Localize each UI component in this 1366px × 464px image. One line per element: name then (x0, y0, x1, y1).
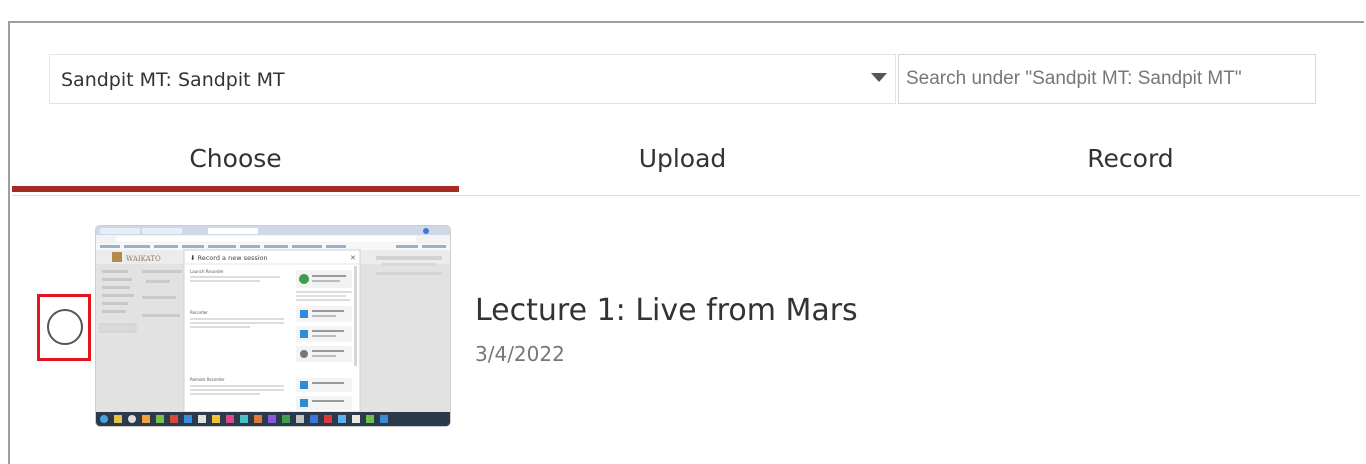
search-input[interactable] (899, 55, 1315, 103)
tab-choose[interactable]: Choose (12, 123, 459, 195)
svg-text:Remote Recorder: Remote Recorder (190, 377, 225, 382)
thumbnail-screenshot: WAIKATO ⬇ Record a new session ✕ Launch … (96, 226, 450, 426)
active-tab-indicator (12, 186, 459, 192)
tab-bar: Choose Upload Record (12, 123, 1360, 196)
media-list-item[interactable]: WAIKATO ⬇ Record a new session ✕ Launch … (10, 223, 1358, 433)
svg-text:Launch Recorder: Launch Recorder (190, 269, 224, 274)
media-title[interactable]: Lecture 1: Live from Mars (475, 293, 858, 328)
media-date: 3/4/2022 (475, 342, 565, 366)
svg-text:✕: ✕ (350, 254, 356, 262)
folder-select[interactable]: Sandpit MT: Sandpit MT (49, 54, 896, 104)
tab-upload[interactable]: Upload (459, 123, 906, 195)
tab-record[interactable]: Record (907, 123, 1354, 195)
radio-unchecked-icon[interactable] (47, 309, 83, 345)
search-field[interactable] (898, 54, 1316, 104)
svg-text:WAIKATO: WAIKATO (126, 255, 161, 263)
media-thumbnail[interactable]: WAIKATO ⬇ Record a new session ✕ Launch … (96, 226, 450, 426)
folder-select-value: Sandpit MT: Sandpit MT (61, 69, 285, 91)
chevron-down-icon[interactable] (871, 73, 887, 82)
media-picker-panel: Sandpit MT: Sandpit MT Choose Upload Rec… (8, 21, 1364, 464)
svg-text:Recorder: Recorder (190, 310, 208, 315)
svg-text:⬇ Record a new session: ⬇ Record a new session (190, 254, 268, 262)
